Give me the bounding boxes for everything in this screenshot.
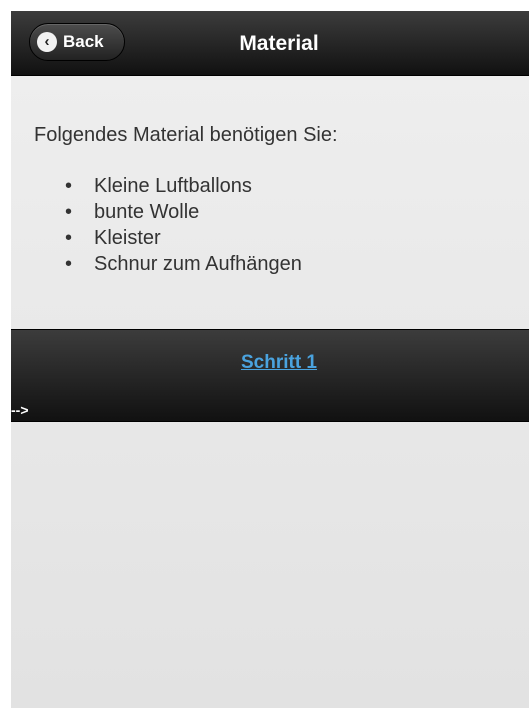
material-list: • Kleine Luftballons • bunte Wolle • Kle… — [11, 173, 302, 277]
bullet-icon: • — [65, 201, 73, 223]
bullet-icon: • — [65, 227, 73, 249]
footer-bar: Schritt 1 --> — [11, 329, 529, 422]
list-item: • Kleine Luftballons — [11, 173, 302, 199]
bullet-icon: • — [65, 175, 73, 197]
list-item: • Kleister — [11, 225, 302, 251]
list-item: • bunte Wolle — [11, 199, 302, 225]
list-item: • Schnur zum Aufhängen — [11, 251, 302, 277]
stray-comment-text: --> — [11, 402, 29, 418]
list-item-label: bunte Wolle — [94, 201, 200, 223]
page-title: Material — [239, 32, 319, 55]
next-step-link[interactable]: Schritt 1 — [11, 352, 529, 374]
list-item-label: Kleister — [94, 227, 161, 249]
intro-text: Folgendes Material benötigen Sie: — [34, 124, 338, 146]
header-bar: ‹ Back Material — [11, 11, 529, 76]
app-screen: ‹ Back Material Folgendes Material benöt… — [11, 11, 529, 708]
list-item-label: Kleine Luftballons — [94, 175, 252, 197]
bullet-icon: • — [65, 253, 73, 275]
list-item-label: Schnur zum Aufhängen — [94, 253, 302, 275]
